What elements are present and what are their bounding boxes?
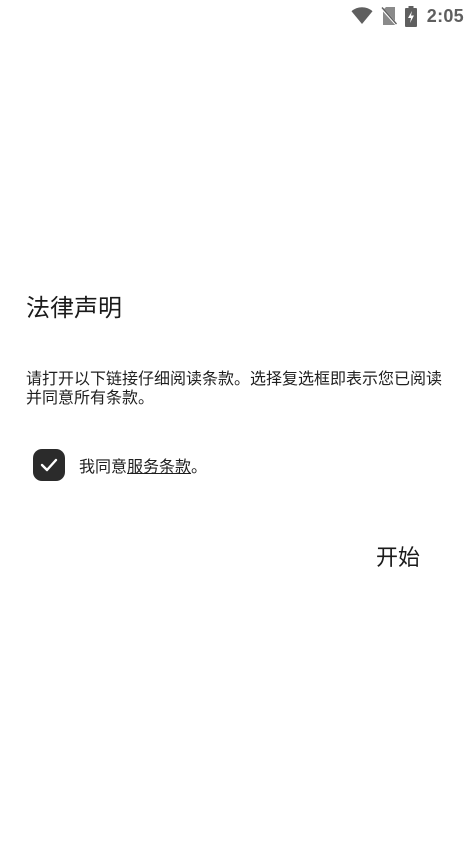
status-time: 2:05 — [426, 5, 464, 26]
page-title: 法律声明 — [26, 294, 122, 322]
agree-prefix: 我同意 — [79, 457, 128, 476]
agree-suffix: 。 — [191, 457, 208, 476]
agree-text: 我同意服务条款。 — [79, 453, 207, 477]
agree-checkbox[interactable] — [33, 449, 65, 481]
agree-row: 我同意服务条款。 — [33, 448, 207, 482]
terms-of-service-link[interactable]: 服务条款 — [127, 457, 191, 476]
legal-description: 请打开以下链接仔细阅读条款。选择复选框即表示您已阅读并同意所有条款。 — [26, 369, 443, 407]
status-icons: 2:05 — [351, 5, 464, 27]
battery-charging-icon — [404, 5, 417, 27]
checkmark-icon — [40, 458, 58, 472]
no-sim-icon — [380, 6, 397, 26]
status-bar: 2:05 — [0, 0, 474, 32]
wifi-icon — [351, 7, 373, 25]
start-button[interactable]: 开始 — [362, 534, 434, 578]
